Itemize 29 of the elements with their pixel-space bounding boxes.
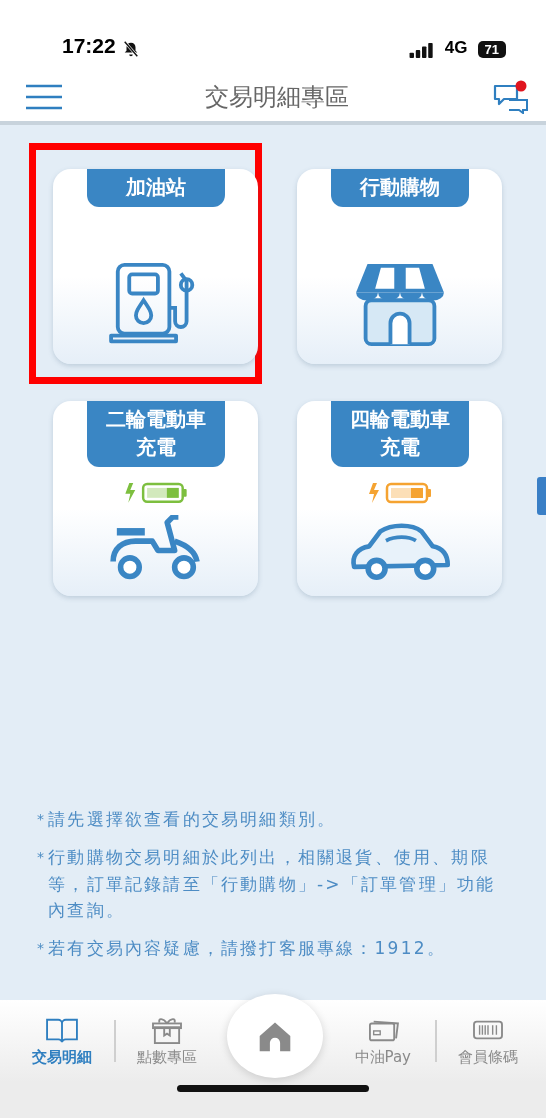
tile-label: 四輪電動車充電 [330, 401, 469, 467]
category-tile[interactable]: 加油站 [53, 169, 258, 364]
tile-label: 行動購物 [330, 169, 469, 207]
battery-indicator: 71 [477, 41, 506, 58]
network-label: 4G [444, 38, 468, 58]
note-bullet: * [37, 939, 47, 959]
category-tile[interactable]: 二輪電動車充電 [53, 401, 258, 596]
nav-tab[interactable]: 點數專區 [115, 1015, 219, 1067]
home-icon [258, 1020, 292, 1052]
category-tile[interactable]: 行動購物 [297, 169, 502, 364]
category-tile[interactable]: 四輪電動車充電 [297, 401, 502, 596]
menu-button[interactable] [26, 83, 62, 110]
tile-label: 二輪電動車充電 [86, 401, 225, 467]
nav-tab[interactable]: 會員條碼 [436, 1015, 540, 1067]
gift-icon [150, 1015, 185, 1044]
note-text: 若有交易內容疑慮，請撥打客服專線：1912。 [48, 937, 446, 961]
nav-tab[interactable]: 中油Pay [331, 1015, 435, 1067]
note-text: 請先選擇欲查看的交易明細類別。 [48, 808, 337, 831]
nav-tab[interactable]: 交易明細 [10, 1015, 114, 1067]
note-bullet: * [37, 810, 47, 829]
signal-icon [408, 42, 435, 58]
note-text: 行動購物交易明細於此列出，相關退貨、使用、期限等，訂單記錄請至「行動購物」->「訂單管理」功能內查詢。 [48, 846, 497, 923]
tile-label: 加油站 [86, 169, 225, 207]
scooter-icon [108, 514, 203, 580]
muted-bell-icon [121, 40, 140, 58]
status-time: 17:22 [62, 34, 116, 58]
page-title: 交易明細專區 [204, 81, 350, 113]
note-bullet: * [37, 848, 47, 868]
home-button[interactable] [227, 994, 323, 1078]
